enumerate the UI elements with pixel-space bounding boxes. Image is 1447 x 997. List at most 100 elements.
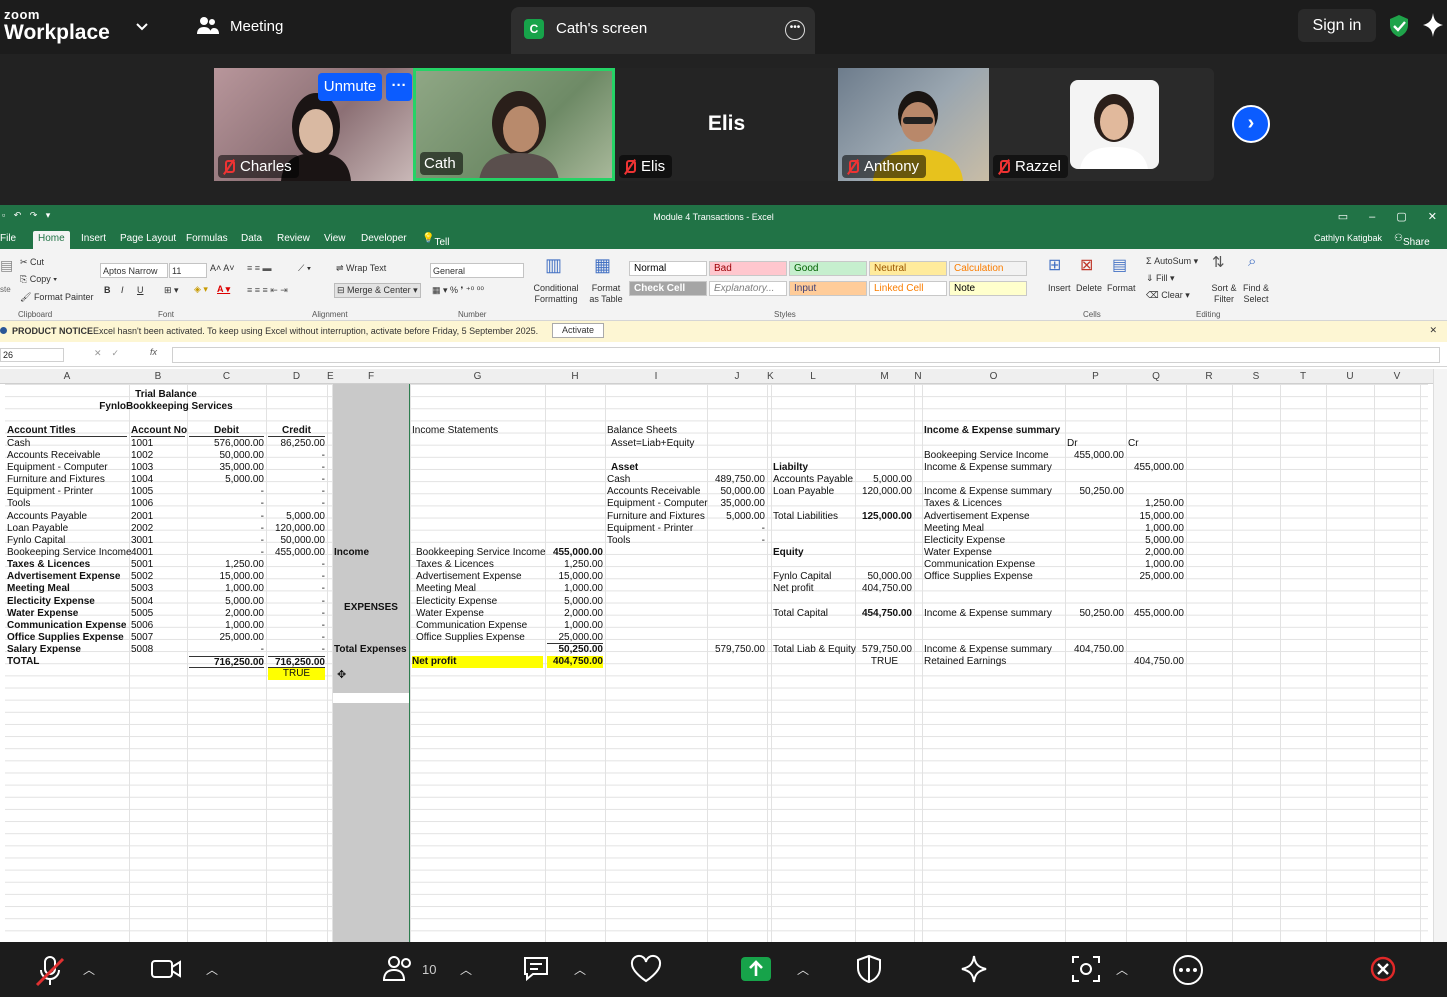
column-header-m[interactable]: M	[855, 371, 914, 382]
formula-input[interactable]	[172, 347, 1440, 363]
participant-tile-razzel[interactable]: Razzel	[989, 68, 1214, 181]
cell-style-good[interactable]: Good	[789, 261, 867, 276]
orientation-icon[interactable]: ⟋ ▾	[298, 263, 311, 274]
insert-cells-label[interactable]: Insert	[1048, 283, 1071, 293]
activate-button[interactable]: Activate	[552, 323, 604, 338]
column-header-f[interactable]: F	[332, 371, 410, 382]
cell-style-explanatory[interactable]: Explanatory...	[709, 281, 787, 296]
more-button[interactable]	[1168, 954, 1208, 985]
find-select-label[interactable]: Find & Select	[1238, 283, 1274, 305]
column-header-n[interactable]: N	[914, 371, 922, 382]
ai-sparkle-icon[interactable]	[1422, 12, 1444, 43]
share-screen-tab[interactable]: C Cath's screen •••	[511, 7, 815, 54]
participant-tile-cath[interactable]: Cath	[413, 68, 615, 181]
conditional-formatting-icon[interactable]: ▥	[545, 255, 562, 276]
column-header-v[interactable]: V	[1374, 371, 1420, 382]
column-header-s[interactable]: S	[1232, 371, 1280, 382]
cell-style-calculation[interactable]: Calculation	[949, 261, 1027, 276]
window-controls[interactable]: ▭ – ▢ ✕	[1338, 210, 1437, 223]
participant-tile-charles[interactable]: Unmute ··· Charles	[214, 68, 413, 181]
chat-options-chevron[interactable]: ︿	[574, 961, 586, 978]
close-icon[interactable]: ✕	[1429, 325, 1437, 336]
shield-check-icon[interactable]	[1388, 14, 1410, 43]
tell-me-box[interactable]: 💡 Tell me what you want to do...	[422, 233, 456, 314]
column-header-q[interactable]: Q	[1126, 371, 1186, 382]
font-color-icon[interactable]: A ▾	[217, 284, 230, 295]
cell-style-bad[interactable]: Bad	[709, 261, 787, 276]
column-header-t[interactable]: T	[1280, 371, 1326, 382]
font-size-select[interactable]: 11	[169, 263, 207, 278]
wrap-text-button[interactable]: ⇌ Wrap Text	[336, 263, 386, 274]
chevron-down-icon[interactable]	[136, 18, 148, 34]
fx-icon[interactable]: fx	[150, 347, 157, 357]
column-header-o[interactable]: O	[922, 371, 1065, 382]
column-header-b[interactable]: B	[129, 371, 187, 382]
column-header-d[interactable]: D	[266, 371, 327, 382]
cell-style-neutral[interactable]: Neutral	[869, 261, 947, 276]
spreadsheet-grid[interactable]: Trial Balance FynloBookkeeping Services Ac…	[5, 384, 1428, 942]
fill-button[interactable]: ⇓ Fill ▾	[1146, 273, 1175, 284]
tab-view[interactable]: View	[324, 233, 346, 244]
sign-in-button[interactable]: Sign in	[1298, 9, 1376, 42]
apps-options-chevron[interactable]: ︿	[1116, 961, 1128, 978]
chat-button[interactable]	[518, 954, 558, 984]
find-select-icon[interactable]: ⌕	[1248, 253, 1256, 270]
video-options-chevron[interactable]: ︿	[206, 961, 218, 978]
tab-developer[interactable]: Developer	[361, 233, 407, 244]
format-cells-label[interactable]: Format	[1107, 283, 1136, 293]
share-button[interactable]: ⚇ Share	[1394, 233, 1430, 248]
share-screen-button[interactable]	[736, 954, 776, 984]
column-header-l[interactable]: L	[771, 371, 855, 382]
cell-style-input[interactable]: Input	[789, 281, 867, 296]
participant-tile-anthony[interactable]: Anthony	[838, 68, 989, 181]
underline-button[interactable]: U	[137, 285, 144, 295]
vertical-align-icons[interactable]: ≡ ≡ ▬	[247, 263, 272, 273]
audio-options-chevron[interactable]: ︿	[83, 961, 95, 978]
react-button[interactable]	[626, 954, 666, 984]
format-cells-icon[interactable]: ▤	[1112, 255, 1127, 275]
vertical-scrollbar[interactable]	[1433, 369, 1447, 942]
column-header-c[interactable]: C	[187, 371, 266, 382]
apps-button[interactable]	[1066, 954, 1106, 984]
cell-style-note[interactable]: Note	[949, 281, 1027, 296]
insert-cells-icon[interactable]: ⊞	[1048, 255, 1061, 275]
column-header-h[interactable]: H	[545, 371, 605, 382]
horizontal-align-icons[interactable]: ≡ ≡ ≡ ⇤ ⇥	[247, 285, 288, 296]
video-button[interactable]	[146, 954, 186, 984]
share-options-chevron[interactable]: ︿	[797, 961, 809, 978]
end-meeting-button[interactable]	[1363, 954, 1403, 984]
meeting-tab[interactable]: Meeting	[196, 16, 283, 36]
column-header-a[interactable]: A	[5, 371, 129, 382]
number-format-select[interactable]: General	[430, 263, 524, 278]
name-box[interactable]: 26	[0, 348, 64, 362]
borders-icon[interactable]: ⊞ ▾	[164, 285, 179, 296]
tab-insert[interactable]: Insert	[81, 233, 106, 244]
cell-style-linked-cell[interactable]: Linked Cell	[869, 281, 947, 296]
tab-data[interactable]: Data	[241, 233, 262, 244]
font-grow-shrink[interactable]: A˄ A˅	[210, 263, 235, 273]
number-format-icons[interactable]: ▦ ▾ % ❜ ⁺⁰ ⁰⁰	[432, 285, 484, 296]
copy-button[interactable]: ⎘ Copy ▾	[20, 274, 57, 285]
paste-icon[interactable]: ▤	[0, 257, 13, 274]
autosum-button[interactable]: Σ AutoSum ▾	[1146, 256, 1198, 267]
delete-cells-label[interactable]: Delete	[1076, 283, 1102, 293]
format-as-table-label[interactable]: Format as Table	[586, 283, 626, 305]
cut-button[interactable]: ✂ Cut	[20, 257, 44, 268]
tab-page-layout[interactable]: Page Layout	[120, 233, 176, 244]
column-header-u[interactable]: U	[1326, 371, 1374, 382]
sort-filter-icon[interactable]: ⇅	[1212, 253, 1225, 271]
participants-button[interactable]	[380, 954, 420, 984]
clear-button[interactable]: ⌫ Clear ▾	[1146, 290, 1190, 301]
column-header-r[interactable]: R	[1186, 371, 1232, 382]
audio-button[interactable]	[30, 954, 70, 987]
merge-center-button[interactable]: ⊟ Merge & Center ▾	[334, 283, 421, 298]
tile-more-button[interactable]: ···	[386, 73, 412, 101]
column-header-g[interactable]: G	[410, 371, 545, 382]
tab-review[interactable]: Review	[277, 233, 310, 244]
format-as-table-icon[interactable]: ▦	[594, 255, 611, 276]
participants-options-chevron[interactable]: ︿	[460, 961, 472, 978]
column-header-j[interactable]: J	[707, 371, 767, 382]
cell-style-check-cell[interactable]: Check Cell	[629, 281, 707, 296]
tab-formulas[interactable]: Formulas	[186, 233, 228, 244]
column-header-p[interactable]: P	[1065, 371, 1126, 382]
